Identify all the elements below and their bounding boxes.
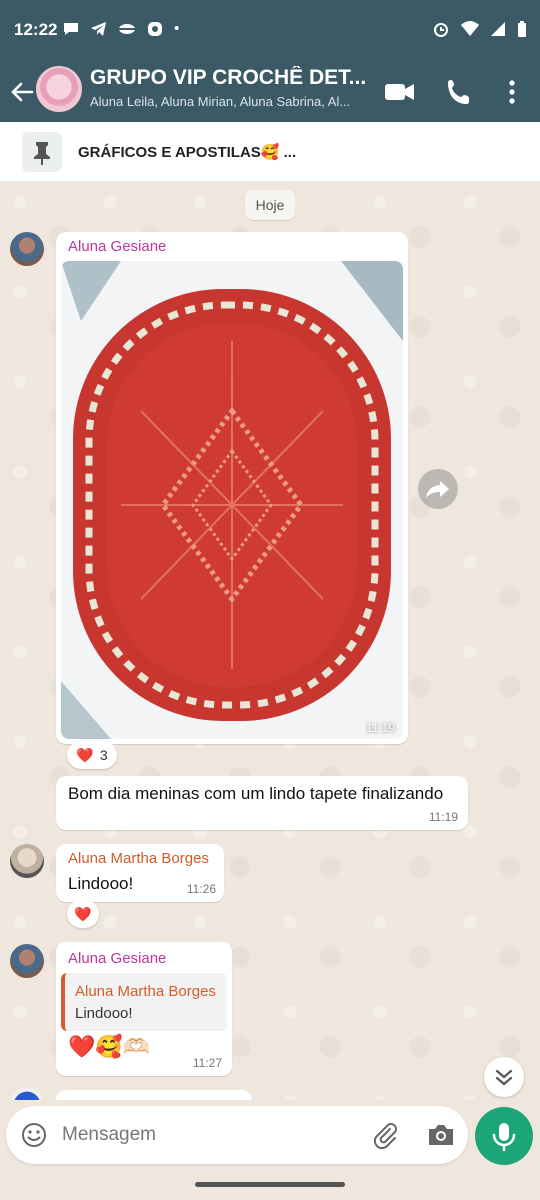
group-title[interactable]: GRUPO VIP CROCHÊ DET... xyxy=(90,66,370,90)
telegram-icon xyxy=(91,22,106,36)
avatar[interactable] xyxy=(10,844,44,878)
sender-name[interactable]: Aluna Gesiane xyxy=(68,950,166,967)
back-arrow-icon[interactable] xyxy=(8,74,36,110)
message-text: Bom dia meninas com um lindo tapete fina… xyxy=(68,784,444,803)
sender-name[interactable]: Aluna Gesiane xyxy=(68,238,166,255)
heart-reaction: ❤️ xyxy=(74,905,92,922)
group-members[interactable]: Aluna Leila, Aluna Mirian, Aluna Sabrina… xyxy=(90,94,370,109)
reply-message-bubble[interactable]: Aluna Gesiane Aluna Martha Borges Lindoo… xyxy=(56,942,232,1076)
message-input[interactable] xyxy=(62,1122,352,1148)
more-options-icon[interactable] xyxy=(494,74,530,110)
pin-icon xyxy=(34,142,50,165)
chat-bubble-icon xyxy=(64,23,78,35)
phone-call-icon[interactable] xyxy=(442,74,478,110)
microphone-icon xyxy=(492,1123,516,1152)
forward-button[interactable] xyxy=(418,469,458,509)
quote-text: Lindooo! xyxy=(75,1005,133,1022)
lips-icon xyxy=(119,24,135,34)
avatar[interactable] xyxy=(10,232,44,266)
emoji-icon[interactable] xyxy=(20,1121,48,1149)
video-call-icon[interactable] xyxy=(382,74,418,110)
message-time: 11:27 xyxy=(192,1056,222,1070)
text-message-bubble[interactable]: Bom dia meninas com um lindo tapete fina… xyxy=(56,776,468,830)
image-message-bubble[interactable]: Aluna Gesiane 11:19 xyxy=(56,232,408,744)
reaction-badge[interactable]: ❤️ 3 xyxy=(67,741,117,769)
text-message-bubble[interactable]: Aluna Martha Borges Lindooo! 11:26 xyxy=(56,844,224,902)
status-time: 12:22 xyxy=(14,20,58,39)
date-chip: Hoje xyxy=(245,190,295,220)
double-chevron-down-icon xyxy=(495,1069,513,1086)
message-time: 11:19 xyxy=(428,810,458,824)
pin-icon-box xyxy=(22,132,62,172)
signal-icon xyxy=(491,22,505,36)
wifi-icon xyxy=(461,21,479,36)
chat-header: GRUPO VIP CROCHÊ DET... Aluna Leila, Alu… xyxy=(0,62,540,122)
emoji-message: ❤️🥰🫶🏻 xyxy=(68,1034,151,1059)
alarm-icon xyxy=(434,23,448,37)
notification-icons: • xyxy=(62,20,179,38)
crochet-rug-photo[interactable]: 11:19 xyxy=(61,261,403,739)
pinned-message-text: GRÁFICOS E APOSTILAS🥰 ... xyxy=(78,144,297,161)
message-time: 11:19 xyxy=(365,721,395,735)
pinned-message-bar[interactable]: GRÁFICOS E APOSTILAS🥰 ... xyxy=(0,122,540,182)
camera-icon[interactable] xyxy=(426,1121,456,1149)
group-avatar[interactable] xyxy=(36,66,82,112)
forward-icon xyxy=(426,481,449,498)
battery-icon xyxy=(518,21,526,37)
sender-name[interactable]: Aluna Martha Borges xyxy=(68,850,209,867)
avatar[interactable] xyxy=(10,1088,44,1100)
reaction-badge[interactable]: ❤️ xyxy=(67,900,99,928)
crochet-rug-image xyxy=(61,261,403,739)
scroll-to-bottom-button[interactable] xyxy=(484,1057,524,1097)
avatar[interactable] xyxy=(10,944,44,978)
chat-messages-area[interactable]: Hoje Aluna Gesiane 11:19 ❤️ 3 Bom dia me… xyxy=(0,182,540,1100)
status-bar: 12:22 • xyxy=(0,0,540,62)
text-message-bubble[interactable] xyxy=(56,1090,252,1100)
heart-reaction: ❤️ xyxy=(76,746,94,763)
reaction-count: 3 xyxy=(99,747,108,763)
attach-icon[interactable] xyxy=(370,1120,400,1150)
message-text: Lindooo! xyxy=(68,874,134,893)
app-icon xyxy=(148,22,162,36)
navigation-handle[interactable] xyxy=(195,1182,345,1187)
microphone-button[interactable] xyxy=(475,1107,533,1165)
message-time: 11:26 xyxy=(186,882,216,896)
more-notifications-dot: • xyxy=(174,20,180,37)
quoted-message[interactable]: Aluna Martha Borges Lindooo! xyxy=(61,973,227,1031)
system-icons xyxy=(432,20,528,38)
message-composer xyxy=(6,1106,468,1164)
quote-sender: Aluna Martha Borges xyxy=(75,983,216,1000)
